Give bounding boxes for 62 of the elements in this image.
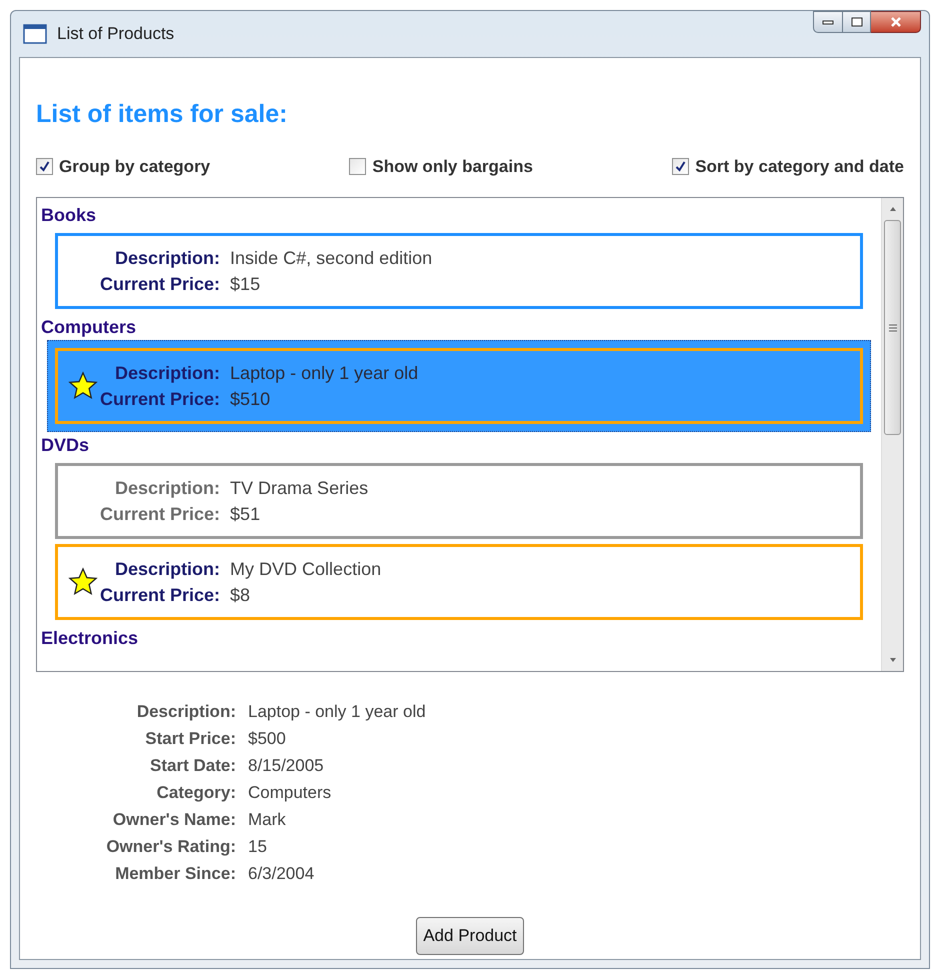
- close-button[interactable]: [871, 11, 921, 33]
- detail-value: Mark: [248, 809, 287, 831]
- maximize-button[interactable]: [843, 11, 871, 33]
- group-header: Books: [40, 204, 98, 227]
- detail-label: Description:: [136, 701, 236, 723]
- field-value: TV Drama Series: [230, 477, 368, 500]
- checkbox[interactable]: [349, 158, 366, 175]
- field-value: My DVD Collection: [230, 558, 382, 581]
- field-value: Inside C#, second edition: [230, 247, 432, 270]
- detail-label: Owner's Name:: [112, 809, 236, 831]
- field-label: Description:: [114, 477, 220, 500]
- group-header: DVDs: [40, 434, 90, 457]
- checkmark-icon: [675, 160, 686, 172]
- detail-label: Member Since:: [114, 863, 236, 885]
- star-icon: [68, 371, 98, 401]
- group-header: Computers: [40, 316, 138, 339]
- heading: List of items for sale:: [36, 99, 288, 130]
- field-value: $15: [230, 273, 262, 296]
- product-card[interactable]: Description: Inside C#, second edition Current Price: $15: [55, 233, 863, 309]
- product-card[interactable]: Description: TV Drama Series Current Price: $51: [55, 463, 863, 539]
- detail-value: 6/3/2004: [248, 863, 316, 885]
- detail-label: Start Date:: [149, 755, 236, 777]
- selected-row[interactable]: Description: Laptop - only 1 year old Current Price: $510: [47, 340, 871, 432]
- field-label: Description:: [114, 558, 220, 581]
- checkbox[interactable]: [36, 158, 53, 175]
- field-label: Current Price:: [100, 503, 220, 526]
- star-icon: [68, 567, 98, 597]
- detail-value: Laptop - only 1 year old: [248, 701, 427, 723]
- grip-icon: [888, 324, 898, 332]
- detail-value: $500: [248, 728, 287, 750]
- detail-label: Start Price:: [144, 728, 236, 750]
- product-card[interactable]: Description: Laptop - only 1 year old Current Price: $510: [55, 348, 863, 424]
- detail-value: 8/15/2005: [248, 755, 325, 777]
- checkbox[interactable]: [672, 158, 690, 175]
- detail-label: Category:: [156, 782, 236, 804]
- field-value: $510: [230, 388, 272, 411]
- field-value: Laptop - only 1 year old: [230, 362, 418, 385]
- maximize-icon: [850, 17, 862, 27]
- field-label: Description:: [114, 362, 220, 385]
- field-label: Current Price:: [100, 273, 220, 296]
- minimize-button[interactable]: [813, 11, 843, 33]
- field-label: Description:: [114, 247, 220, 270]
- field-value: $51: [230, 503, 262, 526]
- field-value: $8: [230, 584, 252, 607]
- field-label: Current Price:: [100, 388, 220, 411]
- checkbox-label[interactable]: Sort by category and date: [695, 154, 904, 179]
- scroll-thumb[interactable]: [884, 220, 901, 435]
- minimize-icon: [822, 19, 834, 25]
- field-label: Current Price:: [100, 584, 220, 607]
- checkbox-label[interactable]: Group by category: [59, 154, 210, 179]
- checkbox-label[interactable]: Show only bargains: [372, 154, 533, 179]
- scrollbar[interactable]: [881, 198, 903, 671]
- window-icon: [23, 24, 47, 44]
- window-title: List of Products: [57, 23, 174, 46]
- checkmark-icon: [39, 160, 50, 172]
- product-card[interactable]: Description: My DVD Collection Current Price: $8: [55, 544, 863, 620]
- detail-value: 15: [248, 836, 268, 858]
- close-icon: [890, 17, 902, 27]
- add-product-button[interactable]: Add Product: [416, 917, 524, 955]
- detail-value: Computers: [248, 782, 332, 804]
- detail-label: Owner's Rating:: [105, 836, 236, 858]
- group-header: Electronics: [40, 627, 140, 650]
